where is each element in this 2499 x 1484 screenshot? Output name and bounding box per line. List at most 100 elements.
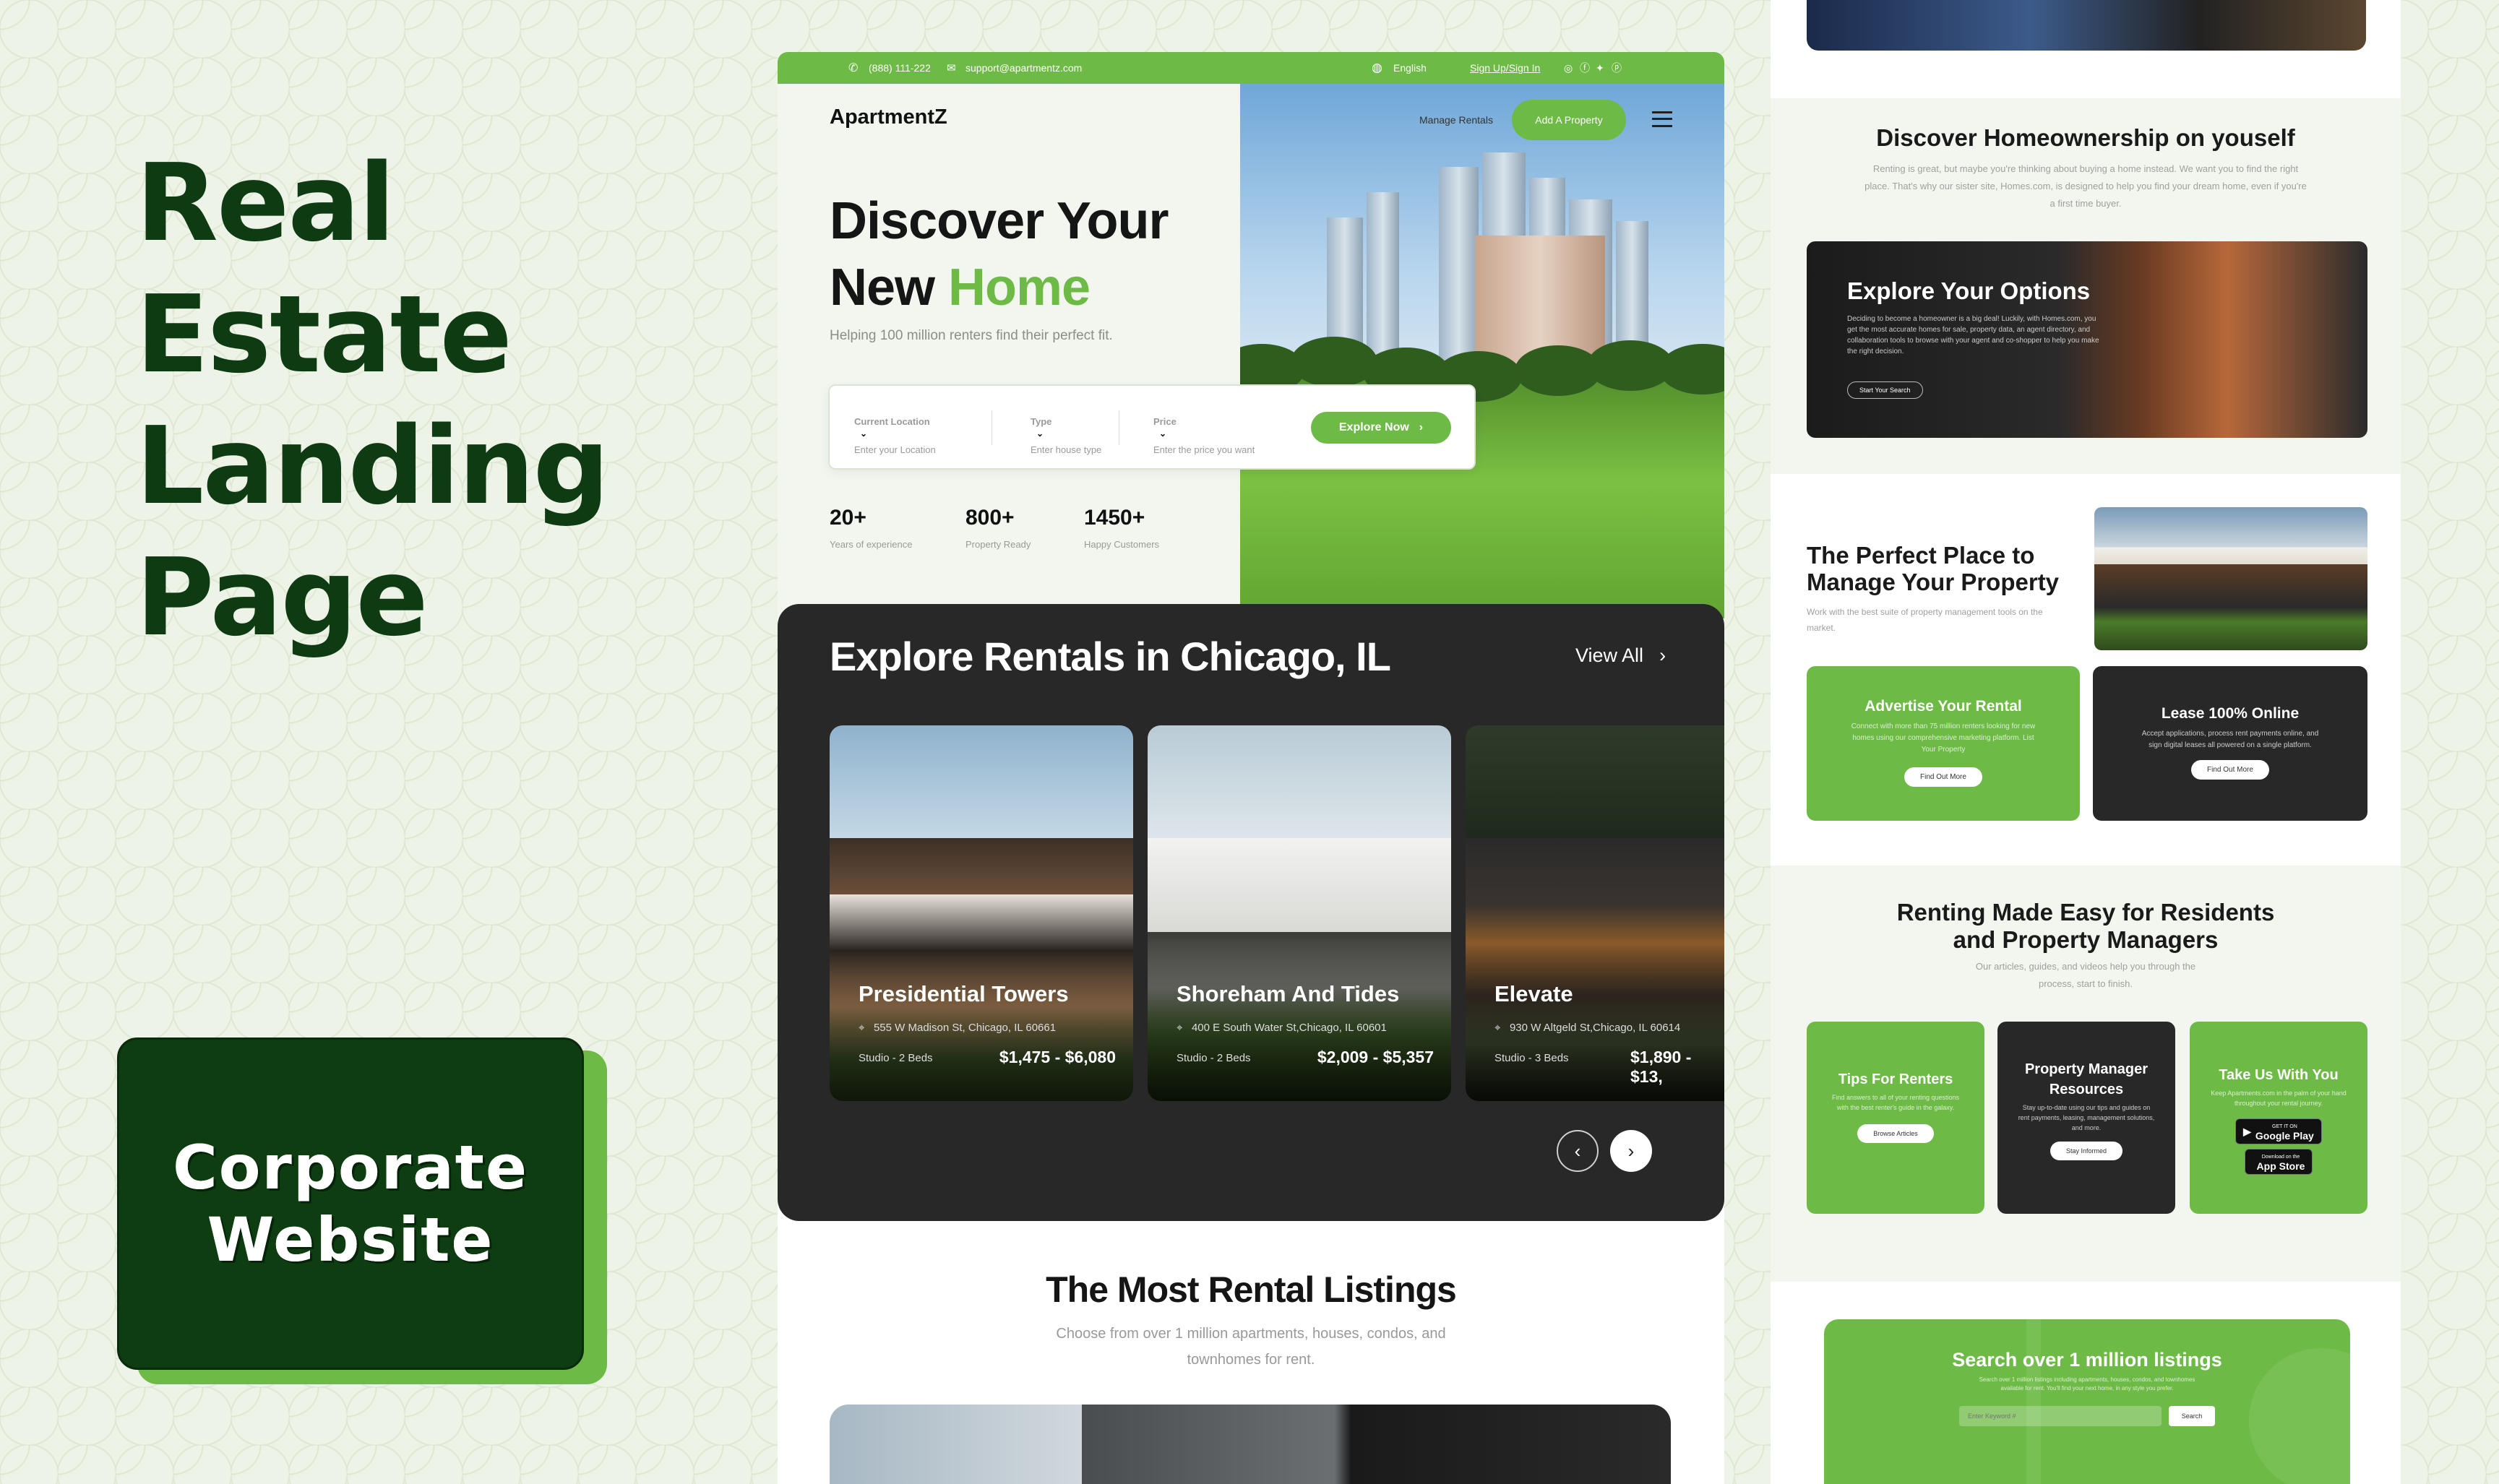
lease-online-card: Lease 100% Online Accept applications, p… [2093,666,2367,821]
hero-title-new: New [830,259,949,316]
modern-house-image [2094,507,2367,650]
instagram-icon[interactable]: ◎ [1564,62,1573,74]
chevron-down-icon: ⌄ [1036,428,1044,439]
google-play-button[interactable]: ▶ GET IT ON Google Play [2235,1118,2322,1144]
facebook-icon[interactable]: ⓕ [1580,61,1590,75]
property-address: ⌖ 400 E South Water St,Chicago, IL 60601 [1177,1022,1387,1034]
tips-title: Tips For Renters [1838,1071,1953,1087]
location-hint: Enter your Location [854,444,936,455]
explore-options-card: Explore Your Options Deciding to become … [1807,241,2367,438]
phone-icon: ✆ [848,62,859,74]
poster-title-line: Real [136,141,395,265]
type-hint: Enter house type [1031,444,1102,455]
add-property-button[interactable]: Add A Property [1512,100,1626,140]
advertise-text: Connect with more than 75 million renter… [1851,722,2036,754]
browse-articles-button[interactable]: Browse Articles [1857,1124,1934,1143]
listing-preview-image [830,1405,1671,1484]
hero-title-home: Home [948,259,1091,316]
renting-easy-title: Renting Made Easy for Residents and Prop… [1896,899,2275,953]
chevron-right-icon: › [1659,644,1666,666]
type-field[interactable]: Type ⌄ Enter house type [1031,412,1101,455]
find-out-more-button[interactable]: Find Out More [2191,760,2269,780]
view-all-link[interactable]: View All › [1575,644,1666,667]
homeownership-title: Discover Homeownership on youself [1876,124,2295,151]
corporate-badge: Corporate Website [117,1037,584,1370]
property-card[interactable]: Presidential Towers ⌖ 555 W Madison St, … [830,725,1133,1101]
cta-text: Search over 1 million listings including… [1979,1376,2195,1392]
renting-easy-text: Our articles, guides, and videos help yo… [1975,961,2196,989]
app-store-button[interactable]: Download on the App Store [2244,1149,2313,1175]
stay-informed-button[interactable]: Stay Informed [2049,1142,2123,1160]
rentals-section: Explore Rentals in Chicago, IL View All ›… [778,604,1724,1221]
pinterest-icon[interactable]: ⓟ [1612,61,1622,75]
landing-page-continued: Discover Homeownership on youself Rentin… [1771,0,2401,1484]
resources-text: Stay up-to-date using our tips and guide… [2018,1104,2155,1131]
stat-item: 20+ Years of experience [830,506,913,550]
resources-title: Property Manager Resources [2024,1061,2149,1097]
advertise-title: Advertise Your Rental [1864,698,2022,715]
email-link[interactable]: support@apartmentz.com [965,62,1082,74]
brand-logo[interactable]: ApartmentZ [830,105,947,129]
hamburger-menu-icon[interactable] [1652,111,1672,127]
twitter-icon[interactable]: ✦ [1596,62,1604,74]
top-image [1807,0,2366,51]
hero-title-line1: Discover Your [830,192,1169,250]
property-price: $1,890 - $13, [1630,1048,1692,1086]
tips-text: Find answers to all of your renting ques… [1831,1094,1960,1111]
hero-city-image [1240,84,1724,618]
search-listings-cta: Search over 1 million listings Search ov… [1824,1319,2350,1484]
top-bar: ✆ (888) 111-222 ✉ support@apartmentz.com… [778,52,1724,84]
take-us-with-you-card: Take Us With You Keep Apartments.com in … [2190,1022,2367,1214]
stat-item: 1450+ Happy Customers [1084,506,1160,550]
chevron-down-icon: ⌄ [1159,428,1167,439]
options-text: Deciding to become a homeowner is a big … [1847,315,2099,355]
advertise-rental-card: Advertise Your Rental Connect with more … [1807,666,2080,821]
property-address: ⌖ 555 W Madison St, Chicago, IL 60661 [859,1022,1057,1034]
property-card[interactable]: Elevate ⌖ 930 W Altgeld St,Chicago, IL 6… [1466,725,1724,1101]
listings-subtitle: Choose from over 1 million apartments, h… [1056,1326,1446,1368]
manage-text: Work with the best suite of property man… [1807,607,2043,633]
explore-now-button[interactable]: Explore Now › [1311,412,1451,444]
badge-line: Corporate [173,1132,528,1203]
lease-title: Lease 100% Online [2161,705,2300,722]
chevron-down-icon: ⌄ [860,428,868,439]
poster-title-line: Page [136,535,429,660]
carousel-next-button[interactable]: › [1610,1130,1652,1172]
property-price: $1,475 - $6,080 [999,1048,1116,1066]
carousel-prev-button[interactable]: ‹ [1557,1130,1599,1172]
property-name: Shoreham And Tides [1177,981,1400,1006]
poster-title-line: Estate [136,272,512,397]
location-field[interactable]: Current Location ⌄ Enter your Location [854,412,936,455]
landing-page-mockup: ✆ (888) 111-222 ✉ support@apartmentz.com… [778,52,1724,1484]
rentals-title: Explore Rentals in Chicago, IL [830,634,1391,679]
play-icon: ▶ [2243,1125,2251,1137]
search-bar: Current Location ⌄ Enter your Location T… [828,384,1476,470]
property-name: Presidential Towers [859,981,1069,1006]
property-address: ⌖ 930 W Altgeld St,Chicago, IL 60614 [1494,1022,1681,1034]
language-select[interactable]: English [1393,62,1427,74]
property-card[interactable]: Shoreham And Tides ⌖ 400 E South Water S… [1148,725,1451,1101]
cta-search-button[interactable]: Search [2169,1406,2215,1426]
hero-subtitle: Helping 100 million renters find their p… [830,328,1113,343]
sign-in-link[interactable]: Sign Up/Sign In [1470,62,1540,74]
keyword-search-input[interactable] [1959,1406,2162,1426]
price-hint: Enter the price you want [1153,444,1255,455]
poster-title: Real Estate Landing Page [136,137,610,663]
options-title: Explore Your Options [1847,277,2091,304]
manage-rentals-link[interactable]: Manage Rentals [1419,114,1493,126]
badge-line: Website [207,1204,494,1275]
start-search-button[interactable]: Start Your Search [1847,381,1923,399]
cta-title: Search over 1 million listings [1952,1349,2222,1371]
property-name: Elevate [1494,981,1573,1006]
tips-renters-card: Tips For Renters Find answers to all of … [1807,1022,1984,1214]
manager-resources-card: Property Manager Resources Stay up-to-da… [1997,1022,2175,1214]
property-beds: Studio - 2 Beds [859,1052,933,1064]
listings-title: The Most Rental Listings [1046,1269,1457,1310]
location-pin-icon: ⌖ [859,1022,865,1034]
price-field[interactable]: Price ⌄ Enter the price you want [1153,412,1255,455]
lease-text: Accept applications, process rent paymen… [2141,730,2319,749]
phone-number[interactable]: (888) 111-222 [869,62,931,74]
find-out-more-button[interactable]: Find Out More [1904,767,1982,787]
poster-title-line: Landing [136,404,610,528]
app-text: Keep Apartments.com in the palm of your … [2211,1090,2347,1107]
